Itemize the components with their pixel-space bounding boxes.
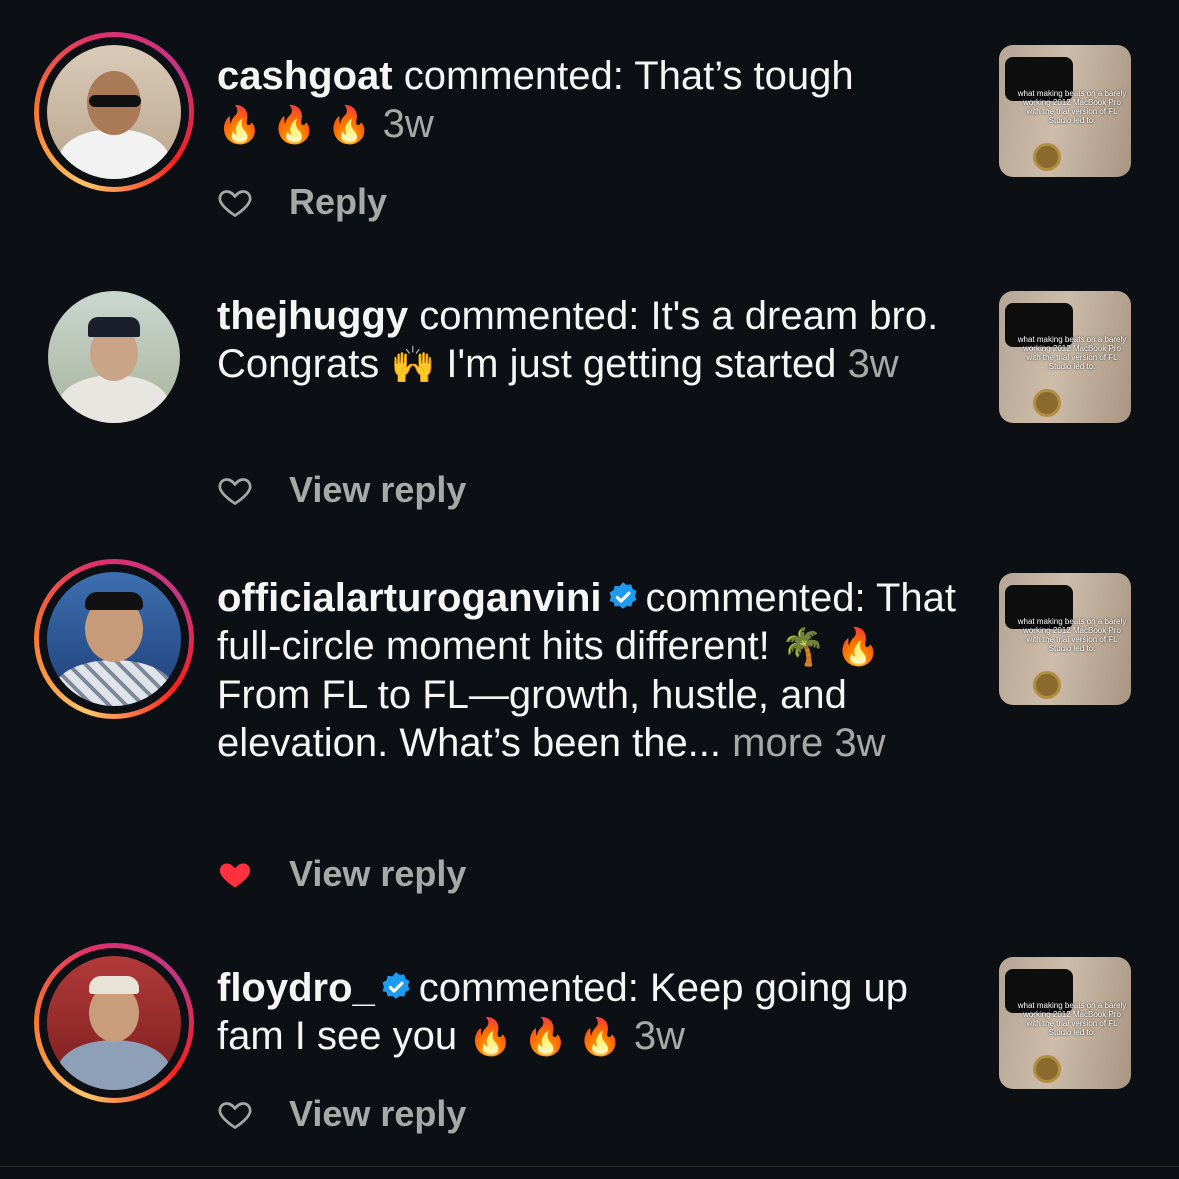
heart-icon[interactable] [217,472,253,508]
comment-text: floydro_ commented: Keep going up fam I s… [217,964,957,1061]
avatar [47,572,181,706]
comment-verb: commented: [419,294,640,338]
comment-verb: commented: [645,576,866,620]
comment-time: 3w [633,1014,685,1058]
comment-text: officialarturoganvini commented: That ful… [217,574,957,767]
post-thumbnail[interactable]: what making beats on a barely working 20… [999,573,1131,705]
thumbnail-caption: what making beats on a barely working 20… [1017,1001,1127,1037]
heart-icon[interactable] [217,1096,253,1132]
heart-filled-icon[interactable] [217,856,253,892]
avatar[interactable] [48,291,180,423]
view-reply-button[interactable]: View reply [289,1094,466,1134]
comment-time: 3w [382,102,434,146]
comment-username[interactable]: cashgoat [217,54,393,98]
view-reply-button[interactable]: View reply [289,470,466,510]
comment-body-cont: I'm just getting started [446,342,837,386]
avatar-story-ring[interactable] [34,559,194,719]
thumbnail-caption: what making beats on a barely working 20… [1017,89,1127,125]
thumbnail-caption: what making beats on a barely working 20… [1017,335,1127,371]
post-thumbnail[interactable]: what making beats on a barely working 20… [999,291,1131,423]
comment-actions: View reply [217,470,466,510]
comment-username[interactable]: officialarturoganvini [217,576,602,620]
avatar-story-ring[interactable] [34,943,194,1103]
fire-emoji: 🔥 🔥 🔥 [217,104,372,145]
fire-emoji: 🔥 🔥 🔥 [468,1016,623,1057]
reply-button[interactable]: Reply [289,182,387,222]
comment-time: 3w [847,342,899,386]
comment-username[interactable]: thejhuggy [217,294,408,338]
comment-actions: Reply [217,182,387,222]
comment-verb: commented: [418,966,639,1010]
raising-hands-emoji: 🙌 [390,344,436,385]
verified-badge-icon [609,582,636,609]
bottom-divider [0,1166,1179,1167]
comment-text: thejhuggy commented: It's a dream bro. C… [217,292,957,389]
post-thumbnail[interactable]: what making beats on a barely working 20… [999,957,1131,1089]
comment-username[interactable]: floydro_ [217,966,375,1010]
comment-text: cashgoat commented: That’s tough 🔥 🔥 🔥 3… [217,52,957,149]
avatar-story-ring[interactable] [34,32,194,192]
post-thumbnail[interactable]: what making beats on a barely working 20… [999,45,1131,177]
comment-actions: View reply [217,1094,466,1134]
heart-icon[interactable] [217,184,253,220]
comment-time: 3w [834,721,886,765]
palm-tree-fire-emoji: 🌴 🔥 [780,626,881,667]
view-reply-button[interactable]: View reply [289,854,466,894]
avatar [47,45,181,179]
comment-actions: View reply [217,854,466,894]
thumbnail-caption: what making beats on a barely working 20… [1017,617,1127,653]
comment-body: That’s tough [634,54,854,98]
avatar [47,956,181,1090]
comment-verb: commented: [403,54,624,98]
verified-badge-icon [382,972,410,999]
more-link[interactable]: more [732,721,823,765]
